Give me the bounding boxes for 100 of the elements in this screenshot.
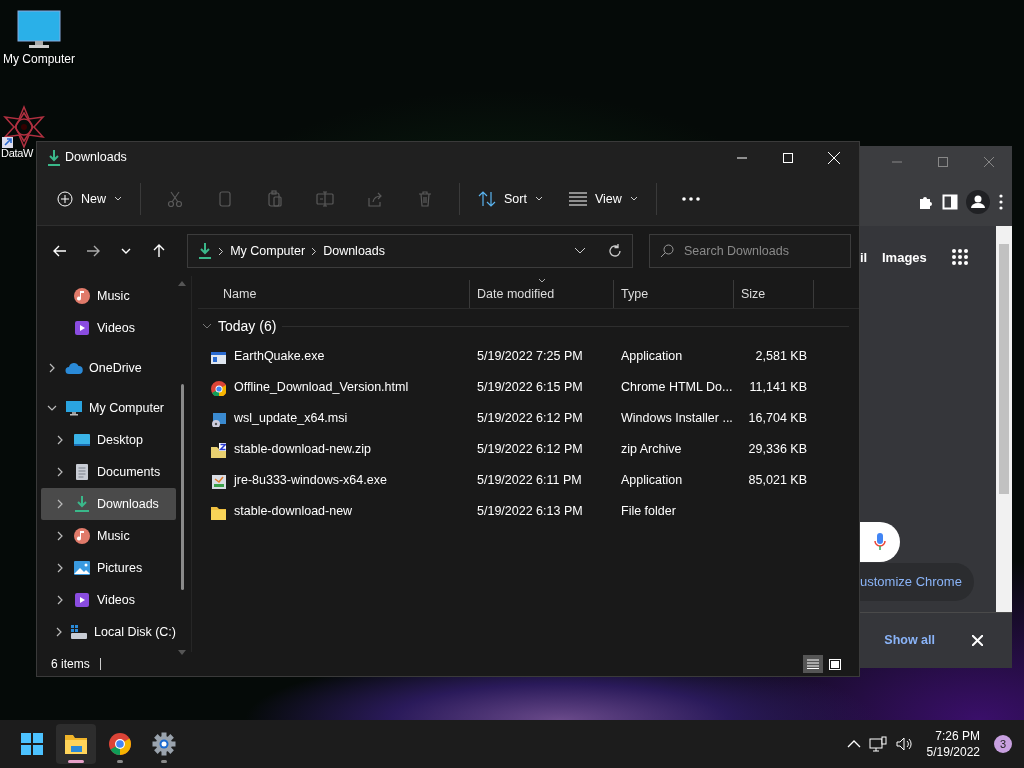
file-row[interactable]: stable-download-new.zip 5/19/2022 6:12 PM zip Archive 29,336 KB — [198, 434, 814, 465]
chevron-right-icon[interactable] — [55, 499, 65, 509]
customize-chrome-button[interactable]: ustomize Chrome — [860, 563, 974, 601]
type-cell: File folder — [621, 504, 676, 519]
desktop-icon-label[interactable]: DataW — [1, 145, 34, 162]
file-row[interactable]: stable-download-new 5/19/2022 6:13 PM File folder — [198, 496, 814, 527]
breadcrumb-link[interactable]: Downloads — [323, 241, 385, 261]
file-row[interactable]: jre-8u333-windows-x64.exe 5/19/2022 6:11 PM Application 85,021 KB — [198, 465, 814, 496]
shortcut-star-icon — [1, 105, 47, 149]
details-view-button[interactable] — [803, 655, 823, 673]
date-cell: 5/19/2022 6:13 PM — [477, 504, 583, 519]
chevron-right-icon[interactable] — [55, 435, 65, 445]
scrollbar[interactable] — [996, 226, 1012, 612]
size-cell: 29,336 KB — [748, 442, 807, 457]
network-icon[interactable] — [868, 736, 887, 752]
zip-folder-icon — [210, 441, 226, 458]
nav-item[interactable]: OneDrive — [41, 352, 176, 384]
share-arrow-icon — [366, 190, 384, 208]
caret-icon — [114, 196, 122, 202]
voice-search-button[interactable] — [860, 522, 900, 562]
file-row[interactable]: Offline_Download_Version.html 5/19/2022 6:15 PM Chrome HTML Do... 11,141 KB — [198, 372, 814, 403]
nav-item[interactable]: Music — [41, 280, 176, 312]
address-bar[interactable]: My Computer Downloads — [187, 234, 633, 268]
chevron-right-icon[interactable] — [55, 467, 65, 477]
file-row[interactable]: EarthQuake.exe 5/19/2022 7:25 PM Application 2,581 KB — [198, 341, 814, 372]
date-cell: 5/19/2022 6:11 PM — [477, 473, 582, 488]
trash-can-icon — [416, 190, 434, 208]
images-link[interactable]: Images — [882, 248, 927, 268]
nav-item[interactable]: Documents — [41, 456, 176, 488]
file-row[interactable]: wsl_update_x64.msi 5/19/2022 6:12 PM Windows Installer ... 16,704 KB — [198, 403, 814, 434]
file-name: wsl_update_x64.msi — [234, 410, 348, 428]
nav-item[interactable]: Videos — [41, 584, 176, 616]
new-button[interactable]: New — [49, 182, 130, 216]
microphone-icon — [874, 533, 886, 551]
sort-arrows-icon — [478, 191, 496, 207]
apps-grid-icon[interactable] — [951, 248, 969, 266]
chevron-right-icon — [218, 246, 225, 256]
file-name: jre-8u333-windows-x64.exe — [234, 472, 387, 490]
chevron-down-icon[interactable] — [574, 247, 586, 255]
size-cell: 85,021 KB — [748, 473, 807, 488]
size-cell: 2,581 KB — [755, 349, 807, 364]
chevron-right-icon[interactable] — [47, 363, 57, 373]
music-note-icon — [73, 527, 91, 545]
menu-icon[interactable] — [998, 194, 1004, 210]
nav-item[interactable]: Music — [41, 520, 176, 552]
close-icon — [971, 635, 983, 646]
clock[interactable]: 7:26 PM 5/19/2022 — [926, 728, 980, 760]
sort-button[interactable]: Sort — [470, 182, 551, 216]
nav-item[interactable]: My Computer — [41, 392, 176, 424]
chevron-right-icon[interactable] — [55, 531, 65, 541]
download-arrow-icon — [73, 495, 91, 513]
nav-item[interactable]: Videos — [41, 312, 176, 344]
type-cell: Chrome HTML Do... — [621, 380, 733, 395]
window-title: Downloads — [65, 149, 127, 167]
search-field[interactable]: Search Downloads — [682, 240, 842, 262]
video-icon — [73, 319, 91, 337]
chrome-logo-icon — [108, 732, 132, 756]
size-cell: 16,704 KB — [748, 411, 807, 426]
notification-badge[interactable]: 3 — [994, 735, 1012, 753]
puzzle-piece-icon[interactable] — [918, 194, 934, 210]
nav-item[interactable]: Local Disk (C:) — [41, 616, 176, 648]
type-cell: Windows Installer ... — [621, 411, 733, 426]
search-box[interactable]: Search Downloads — [649, 234, 851, 268]
maximize-icon — [938, 156, 948, 167]
breadcrumb-link[interactable]: My Computer — [230, 241, 306, 261]
date-cell: 5/19/2022 7:25 PM — [477, 349, 583, 364]
chevron-down-icon[interactable] — [47, 403, 57, 413]
chevron-right-icon[interactable] — [55, 563, 65, 573]
taskbar-app-button[interactable] — [56, 724, 96, 764]
nav-item[interactable]: Desktop — [41, 424, 176, 456]
refresh-icon[interactable] — [608, 244, 622, 258]
profile-icon[interactable] — [966, 190, 990, 214]
download-arrow-icon — [198, 243, 213, 259]
music-note-icon — [73, 287, 91, 305]
text-cursor-box-icon — [316, 190, 334, 208]
arrow-left-icon — [52, 244, 67, 258]
side-panel-icon[interactable] — [942, 194, 958, 210]
item-count: 6 items — [51, 656, 90, 673]
chevron-right-icon[interactable] — [55, 595, 65, 605]
monitor-icon — [17, 10, 61, 50]
picture-icon — [73, 559, 91, 577]
search-icon — [660, 244, 674, 258]
date-cell: 5/19/2022 6:15 PM — [477, 380, 583, 395]
volume-icon[interactable] — [894, 736, 913, 752]
file-name: stable-download-new — [234, 503, 353, 521]
group-header[interactable]: Today (6) — [218, 315, 277, 337]
drive-icon — [70, 623, 89, 641]
tile-icon — [829, 658, 841, 670]
date-cell: 5/19/2022 6:12 PM — [477, 442, 583, 457]
type-cell: Application — [621, 349, 683, 364]
monitor-icon — [65, 399, 83, 417]
show-all-button[interactable]: Show all — [879, 628, 940, 653]
desktop-icon-label[interactable]: My Computer — [3, 50, 75, 68]
nav-item[interactable]: Pictures — [41, 552, 176, 584]
folder-icon — [64, 732, 88, 756]
chevron-up-icon[interactable] — [846, 740, 861, 748]
copy-icon — [216, 190, 234, 208]
nav-item[interactable]: Downloads — [41, 488, 176, 520]
view-button[interactable]: View — [560, 182, 646, 216]
tab-link[interactable]: il — [860, 248, 868, 268]
